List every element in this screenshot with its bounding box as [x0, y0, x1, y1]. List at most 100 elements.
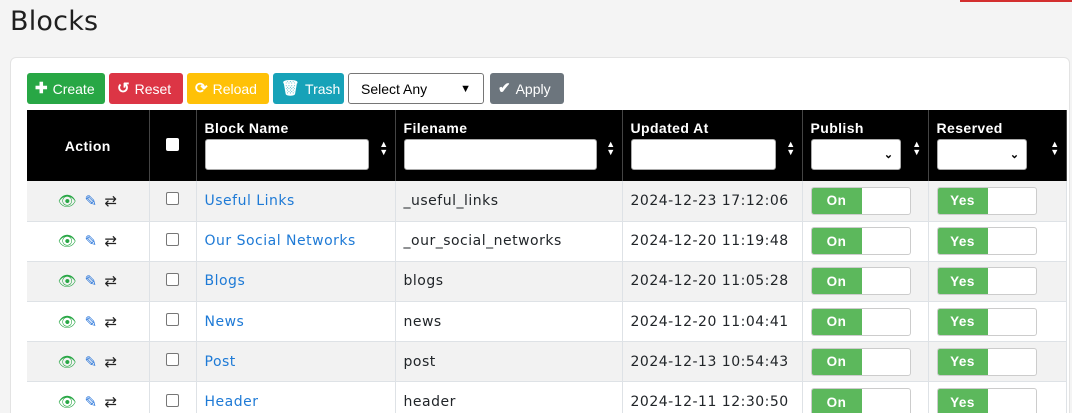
- bulk-action-value: Select Any: [361, 80, 428, 97]
- row-actions: 👁 ✎ ⇄: [27, 181, 150, 222]
- reserved-toggle-label: Yes: [937, 187, 988, 214]
- reserved-filter-select[interactable]: ⌄: [936, 139, 1027, 170]
- reserved-toggle[interactable]: Yes: [936, 307, 1037, 336]
- reserved-toggle-label: Yes: [937, 348, 988, 375]
- pencil-icon[interactable]: ✎: [84, 353, 97, 371]
- column-header-updated-at[interactable]: Updated At ▲ ▼: [622, 110, 803, 181]
- pencil-icon[interactable]: ✎: [84, 393, 97, 411]
- row-checkbox[interactable]: [166, 393, 179, 407]
- trash-icon: 🗑: [281, 80, 301, 97]
- block-name-link[interactable]: Useful Links: [205, 193, 295, 209]
- plus-icon: ✚: [35, 80, 48, 97]
- apply-button[interactable]: ✔ Apply: [490, 73, 564, 104]
- retweet-icon[interactable]: ⇄: [105, 353, 118, 371]
- updated-at-cell: 2024-12-20 11:05:28: [622, 261, 803, 303]
- retweet-icon[interactable]: ⇄: [105, 192, 118, 210]
- chevron-down-icon: ⌄: [1009, 149, 1020, 161]
- filename-cell: news: [395, 301, 623, 343]
- row-checkbox[interactable]: [166, 313, 179, 327]
- reset-button[interactable]: ↺ Reset: [109, 73, 183, 104]
- reserved-cell: Yes: [928, 261, 1067, 303]
- pencil-icon[interactable]: ✎: [84, 232, 97, 250]
- create-button[interactable]: ✚ Create: [27, 73, 105, 104]
- sort-icon[interactable]: ▲ ▼: [912, 140, 921, 157]
- retweet-icon[interactable]: ⇄: [105, 232, 118, 250]
- row-select-cell: [149, 261, 197, 303]
- table-row: 👁 ✎ ⇄ Useful Links _useful_links 2024-12…: [27, 181, 1067, 222]
- toolbar: ✚ Create ↺ Reset ⟳ Reload 🗑 Trash Select…: [27, 73, 564, 104]
- row-actions: 👁 ✎ ⇄: [27, 301, 150, 343]
- table-row: 👁 ✎ ⇄ Blogs blogs 2024-12-20 11:05:28 On…: [27, 261, 1067, 303]
- filename-cell: _our_social_networks: [395, 221, 623, 262]
- column-header-filename[interactable]: Filename ▲ ▼: [395, 110, 623, 181]
- row-checkbox[interactable]: [166, 272, 179, 286]
- eye-icon[interactable]: 👁: [58, 393, 78, 411]
- pencil-icon[interactable]: ✎: [84, 192, 97, 210]
- column-header-block-name[interactable]: Block Name ▲ ▼: [196, 110, 396, 181]
- block-name-link[interactable]: Header: [205, 394, 259, 410]
- publish-toggle[interactable]: On: [810, 347, 911, 376]
- publish-cell: On: [802, 181, 929, 222]
- pencil-icon[interactable]: ✎: [84, 313, 97, 331]
- table-row: 👁 ✎ ⇄ Post post 2024-12-13 10:54:43 On Y…: [27, 341, 1067, 383]
- block-name-link[interactable]: News: [205, 314, 245, 330]
- sort-icon[interactable]: ▲ ▼: [786, 140, 795, 157]
- publish-cell: On: [802, 301, 929, 343]
- retweet-icon[interactable]: ⇄: [105, 313, 118, 331]
- reserved-toggle[interactable]: Yes: [936, 347, 1037, 376]
- eye-icon[interactable]: 👁: [58, 313, 78, 331]
- page-title: Blocks: [10, 6, 99, 37]
- row-checkbox[interactable]: [166, 232, 179, 246]
- row-select-cell: [149, 181, 197, 222]
- publish-toggle[interactable]: On: [810, 227, 911, 256]
- reload-button[interactable]: ⟳ Reload: [187, 73, 269, 104]
- sort-icon[interactable]: ▲ ▼: [1050, 140, 1059, 157]
- retweet-icon[interactable]: ⇄: [105, 272, 118, 290]
- pencil-icon[interactable]: ✎: [84, 272, 97, 290]
- block-name-link[interactable]: Post: [205, 354, 236, 370]
- trash-button[interactable]: 🗑 Trash: [273, 73, 344, 104]
- updated-at-cell: 2024-12-23 17:12:06: [622, 181, 803, 222]
- column-header-reserved[interactable]: Reserved ⌄ ▲ ▼: [928, 110, 1067, 181]
- publish-filter-select[interactable]: ⌄: [810, 139, 901, 170]
- block-name-link[interactable]: Blogs: [205, 273, 246, 289]
- eye-icon[interactable]: 👁: [58, 192, 78, 210]
- block-name-cell: Post: [196, 341, 396, 383]
- create-label: Create: [52, 80, 95, 97]
- updated-at-filter-input[interactable]: [630, 139, 776, 170]
- filename-filter-input[interactable]: [403, 139, 597, 170]
- block-name-link[interactable]: Our Social Networks: [205, 233, 356, 249]
- publish-cell: On: [802, 381, 929, 413]
- row-checkbox[interactable]: [166, 192, 179, 206]
- reserved-cell: Yes: [928, 301, 1067, 343]
- select-all-checkbox[interactable]: [166, 137, 179, 151]
- publish-toggle[interactable]: On: [810, 307, 911, 336]
- reserved-toggle[interactable]: Yes: [936, 186, 1037, 215]
- top-accent-bar: [960, 0, 1072, 2]
- retweet-icon[interactable]: ⇄: [105, 393, 118, 411]
- column-header-publish[interactable]: Publish ⌄ ▲ ▼: [802, 110, 929, 181]
- sort-icon[interactable]: ▲ ▼: [606, 140, 615, 157]
- reserved-toggle[interactable]: Yes: [936, 388, 1037, 413]
- block-name-cell: Blogs: [196, 261, 396, 303]
- bulk-action-select[interactable]: Select Any ▼: [348, 73, 484, 104]
- eye-icon[interactable]: 👁: [58, 353, 78, 371]
- sort-icon[interactable]: ▲ ▼: [379, 140, 388, 157]
- block-name-cell: Header: [196, 381, 396, 413]
- chevron-down-icon: ⌄: [883, 149, 894, 161]
- row-actions: 👁 ✎ ⇄: [27, 341, 150, 383]
- block-name-filter-input[interactable]: [204, 139, 369, 170]
- row-select-cell: [149, 221, 197, 262]
- publish-toggle[interactable]: On: [810, 186, 911, 215]
- reserved-toggle[interactable]: Yes: [936, 227, 1037, 256]
- publish-toggle[interactable]: On: [810, 267, 911, 296]
- eye-icon[interactable]: 👁: [58, 272, 78, 290]
- eye-icon[interactable]: 👁: [58, 232, 78, 250]
- apply-label: Apply: [515, 80, 551, 97]
- row-checkbox[interactable]: [166, 353, 179, 367]
- reserved-toggle[interactable]: Yes: [936, 267, 1037, 296]
- reserved-toggle-label: Yes: [937, 228, 988, 255]
- publish-toggle[interactable]: On: [810, 388, 911, 413]
- block-name-cell: Our Social Networks: [196, 221, 396, 262]
- updated-at-cell: 2024-12-20 11:04:41: [622, 301, 803, 343]
